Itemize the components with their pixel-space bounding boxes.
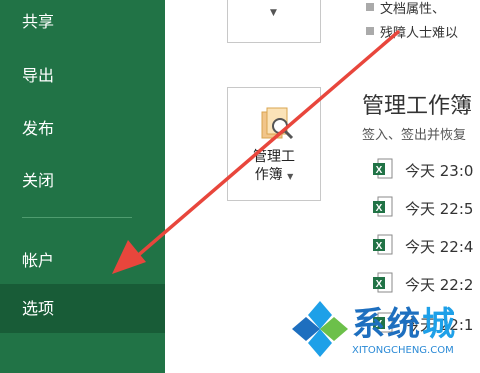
watermark-logo-icon: [292, 301, 348, 357]
sidebar-divider: [22, 217, 132, 218]
version-label: 今天 22:5: [405, 200, 474, 218]
svg-text:X: X: [376, 241, 383, 252]
watermark-url: XITONGCHENG.COM: [352, 345, 454, 356]
section-title: 管理工作簿: [362, 94, 473, 119]
nav-publish[interactable]: 发布: [0, 115, 165, 139]
excel-file-icon: X: [373, 234, 393, 255]
svg-text:X: X: [376, 203, 383, 214]
svg-text:X: X: [376, 279, 383, 290]
info-text-2: 残障人士难以: [380, 26, 459, 41]
version-label: 今天 22:2: [405, 276, 474, 294]
manage-workbook-label-2: 作簿 ▼: [254, 167, 294, 183]
bullet-icon: [366, 27, 374, 35]
inspect-workbook-button[interactable]: ▼: [227, 0, 321, 43]
chevron-down-icon: ▼: [270, 8, 277, 18]
excel-file-icon: X: [373, 158, 393, 179]
nav-share[interactable]: 共享: [0, 8, 165, 32]
version-label: 今天 22:4: [405, 238, 474, 256]
nav-options[interactable]: 选项: [0, 284, 165, 333]
section-subtitle: 签入、签出并恢复: [362, 128, 467, 143]
chevron-down-icon: ▼: [287, 172, 294, 181]
watermark: 系统城 XITONGCHENG.COM: [290, 293, 480, 373]
nav-close[interactable]: 关闭: [0, 167, 165, 191]
info-text-1: 文档属性、: [380, 2, 446, 17]
manage-workbook-button[interactable]: 管理工 作簿 ▼: [227, 87, 321, 201]
manage-workbook-icon: [261, 107, 294, 140]
watermark-text: 系统城: [352, 304, 457, 343]
nav-account[interactable]: 帐户: [0, 247, 165, 271]
version-label: 今天 23:0: [405, 162, 474, 180]
bullet-icon: [366, 3, 374, 11]
excel-file-icon: X: [373, 272, 393, 293]
manage-workbook-label-1: 管理工: [253, 149, 295, 165]
excel-file-icon: X: [373, 196, 393, 217]
nav-export[interactable]: 导出: [0, 62, 165, 86]
svg-text:X: X: [376, 165, 383, 176]
backstage-sidebar: 共享 导出 发布 关闭 帐户 选项: [0, 0, 165, 373]
